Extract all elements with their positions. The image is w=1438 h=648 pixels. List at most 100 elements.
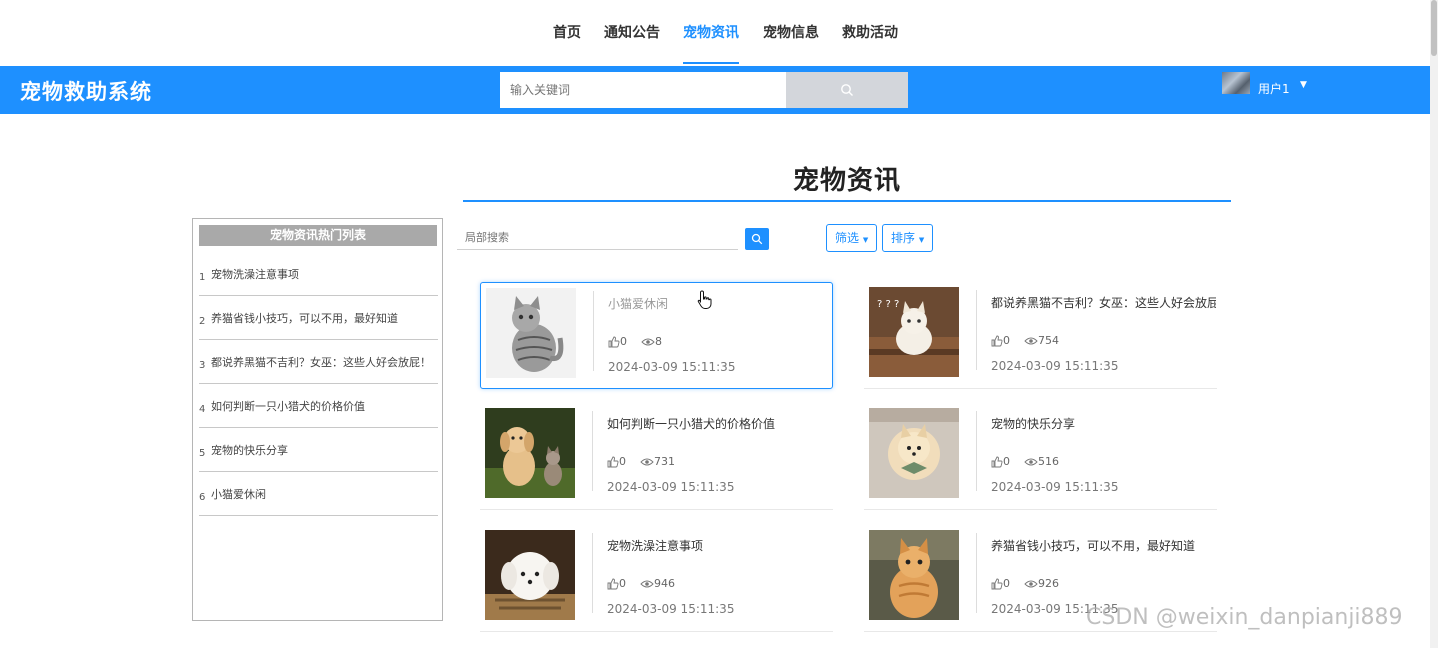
puppy-and-kitten-photo[interactable] xyxy=(485,408,575,498)
username[interactable]: 用户1 xyxy=(1258,80,1290,97)
tabby-cat-photo[interactable] xyxy=(486,288,576,378)
eye-icon xyxy=(641,338,655,345)
article-stats: 0 516 xyxy=(991,455,1061,468)
eye-icon xyxy=(640,458,654,465)
hot-list-num: 5 xyxy=(199,448,206,459)
nav-item-pet-info[interactable]: 宠物信息 xyxy=(763,22,819,62)
search-icon xyxy=(841,84,853,96)
brand-title: 宠物救助系统 xyxy=(20,80,152,104)
article-time: 2024-03-09 15:11:35 xyxy=(608,360,736,374)
article-title[interactable]: 小猫爱休闲 xyxy=(608,295,833,312)
hot-list-item[interactable]: 4 如何判断一只小猎犬的价格价值 xyxy=(199,384,438,428)
article-time: 2024-03-09 15:11:35 xyxy=(991,480,1119,494)
hot-list-num: 4 xyxy=(199,404,206,415)
nav-item-home[interactable]: 首页 xyxy=(553,22,581,62)
article-card[interactable]: 宠物洗澡注意事项 0 946 2024-03-09 15:11:35 xyxy=(480,525,833,632)
eye-icon xyxy=(1024,580,1038,587)
hot-list-item[interactable]: 5 宠物的快乐分享 xyxy=(199,428,438,472)
article-card[interactable]: 宠物的快乐分享 0 516 2024-03-09 15:11:35 xyxy=(864,403,1217,510)
card-divider xyxy=(592,411,593,491)
hot-list-item[interactable]: 6 小猫爱休闲 xyxy=(199,472,438,516)
scrollbar-thumb[interactable] xyxy=(1431,0,1437,56)
search-button[interactable] xyxy=(786,72,908,108)
article-time: 2024-03-09 15:11:35 xyxy=(607,602,735,616)
article-title[interactable]: 宠物洗澡注意事项 xyxy=(607,537,832,554)
like-count: 0 xyxy=(1003,577,1010,590)
hot-list-text: 养猫省钱小技巧，可以不用，最好知道 xyxy=(211,312,398,325)
thumbs-up-icon[interactable] xyxy=(608,336,620,348)
article-card[interactable]: 小猫爱休闲 0 8 2024-03-09 15:11:35 xyxy=(480,282,833,389)
top-nav: 首页 通知公告 宠物资讯 宠物信息 救助活动 xyxy=(0,0,1438,66)
local-search-button[interactable] xyxy=(745,228,769,250)
like-count: 0 xyxy=(619,455,626,468)
hot-list-num: 2 xyxy=(199,316,206,327)
svg-text:? ? ?: ? ? ? xyxy=(877,299,899,310)
eye-icon xyxy=(1024,337,1038,344)
view-count: 926 xyxy=(1038,577,1059,590)
hot-list-item[interactable]: 1 宠物洗澡注意事项 xyxy=(199,252,438,296)
cat-on-stairs-photo[interactable]: ? ? ? xyxy=(869,287,959,377)
view-count: 8 xyxy=(655,335,662,348)
hot-list-num: 1 xyxy=(199,272,206,283)
view-count: 946 xyxy=(654,577,675,590)
nav-item-notices[interactable]: 通知公告 xyxy=(604,22,660,62)
eye-icon xyxy=(640,580,654,587)
like-count: 0 xyxy=(1003,334,1010,347)
article-card[interactable]: 如何判断一只小猎犬的价格价值 0 731 2024-03-09 15:11:35 xyxy=(480,403,833,510)
article-stats: 0 731 xyxy=(607,455,677,468)
hot-list-text: 宠物洗澡注意事项 xyxy=(211,268,299,281)
filter-label: 筛选 xyxy=(835,231,860,245)
orange-cat-photo[interactable] xyxy=(869,530,959,620)
thumbs-up-icon[interactable] xyxy=(991,578,1003,590)
article-stats: 0 946 xyxy=(607,577,677,590)
thumbs-up-icon[interactable] xyxy=(607,456,619,468)
article-time: 2024-03-09 15:11:35 xyxy=(991,359,1119,373)
chevron-down-icon[interactable]: ▼ xyxy=(1300,80,1307,90)
white-puppy-photo[interactable] xyxy=(485,530,575,620)
pomeranian-photo[interactable] xyxy=(869,408,959,498)
local-search-input[interactable] xyxy=(457,226,738,250)
thumbs-up-icon[interactable] xyxy=(991,456,1003,468)
search-icon xyxy=(751,233,763,245)
nav-item-rescue-events[interactable]: 救助活动 xyxy=(842,22,898,62)
article-title[interactable]: 养猫省钱小技巧，可以不用，最好知道 xyxy=(991,537,1216,554)
hot-list-title: 宠物资讯热门列表 xyxy=(199,225,437,246)
hot-list-item[interactable]: 3 都说养黑猫不吉利？女巫：这些人好会放屁！ xyxy=(199,340,438,384)
watermark: CSDN @weixin_danpianji889 xyxy=(1086,605,1403,630)
eye-icon xyxy=(1024,458,1038,465)
page-title: 宠物资讯 xyxy=(792,166,901,196)
hot-list-text: 小猫爱休闲 xyxy=(211,488,266,501)
page-scrollbar[interactable] xyxy=(1430,0,1438,648)
card-divider xyxy=(976,533,977,613)
title-underline xyxy=(463,200,1231,202)
avatar[interactable] xyxy=(1222,72,1250,94)
hot-list-text: 都说养黑猫不吉利？女巫：这些人好会放屁！ xyxy=(211,356,431,369)
nav-item-pet-news[interactable]: 宠物资讯 xyxy=(683,22,739,64)
hot-list-item[interactable]: 2 养猫省钱小技巧，可以不用，最好知道 xyxy=(199,296,438,340)
article-title[interactable]: 宠物的快乐分享 xyxy=(991,415,1216,432)
hot-list-num: 6 xyxy=(199,492,206,503)
article-stats: 0 926 xyxy=(991,577,1061,590)
article-title[interactable]: 都说养黑猫不吉利？女巫：这些人好会放屁 xyxy=(991,294,1216,311)
hot-list-panel: 宠物资讯热门列表 1 宠物洗澡注意事项 2 养猫省钱小技巧，可以不用，最好知道 … xyxy=(192,218,443,621)
article-card[interactable]: ? ? ? 都说养黑猫不吉利？女巫：这些人好会放屁 0 754 2024-03-… xyxy=(864,282,1217,389)
header-bar: 宠物救助系统 用户1 ▼ xyxy=(0,66,1430,114)
article-stats: 0 8 xyxy=(608,335,664,348)
filter-dropdown-button[interactable]: 筛选 ▼ xyxy=(826,224,878,252)
card-divider xyxy=(592,533,593,613)
card-divider xyxy=(976,411,977,491)
sort-dropdown-button[interactable]: 排序 ▼ xyxy=(882,224,934,252)
search-input[interactable] xyxy=(500,72,786,108)
view-count: 731 xyxy=(654,455,675,468)
thumbs-up-icon[interactable] xyxy=(991,335,1003,347)
like-count: 0 xyxy=(620,335,627,348)
caret-down-icon: ▼ xyxy=(862,236,869,244)
thumbs-up-icon[interactable] xyxy=(607,578,619,590)
article-stats: 0 754 xyxy=(991,334,1061,347)
like-count: 0 xyxy=(1003,455,1010,468)
sort-label: 排序 xyxy=(891,231,916,245)
like-count: 0 xyxy=(619,577,626,590)
view-count: 754 xyxy=(1038,334,1059,347)
card-divider xyxy=(976,290,977,370)
article-title[interactable]: 如何判断一只小猎犬的价格价值 xyxy=(607,415,832,432)
